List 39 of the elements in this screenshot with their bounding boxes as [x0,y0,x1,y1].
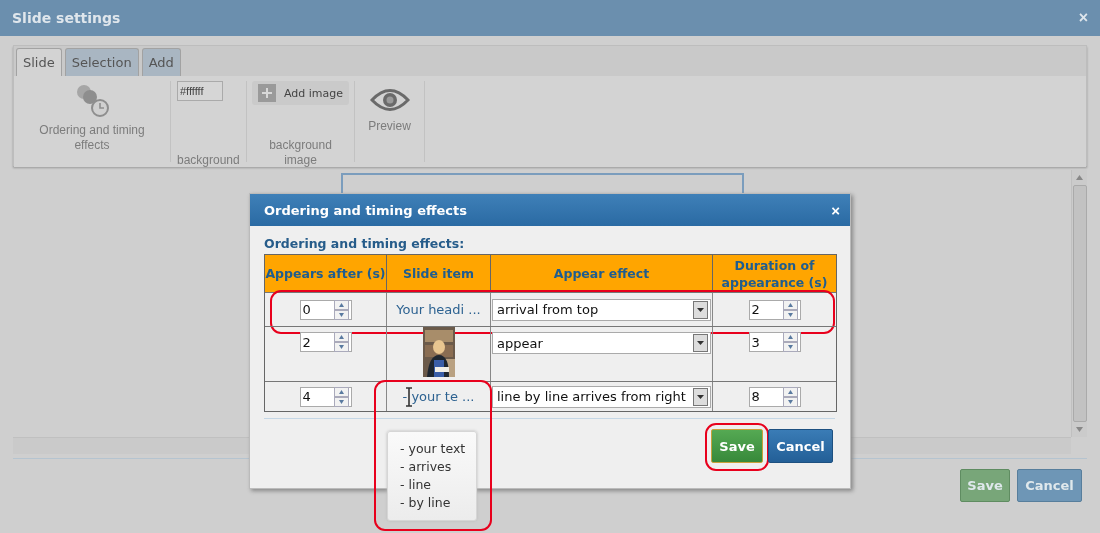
color-field[interactable]: #ffffff [177,81,223,101]
plus-icon [257,84,276,102]
number-field[interactable]: 2 [299,332,352,352]
caret-icon[interactable] [693,334,708,352]
tab[interactable]: Add [141,48,181,76]
number-field[interactable]: 8 [748,386,801,407]
slide-item-link[interactable]: Your headi ... [396,302,481,317]
background-label: background [177,153,240,168]
cancel-button[interactable]: Cancel [768,429,833,463]
column-header: Duration of appearance (s) [712,255,836,292]
dialog-title: Ordering and timing effects [264,202,467,218]
effect-dropdown[interactable]: appear [492,332,711,354]
number-field[interactable]: 2 [748,299,801,320]
tooltip-line: - by line [400,494,452,512]
number-field[interactable]: 3 [748,332,801,352]
tab[interactable]: Slide [16,48,62,76]
column-header: Appears after (s) [265,265,386,283]
caret-icon[interactable] [693,387,708,406]
effect-dropdown[interactable]: arrival from top [492,298,711,321]
background-image-label: background image [268,138,333,168]
section-heading: Ordering and timing effects: [264,236,466,251]
eye-icon[interactable] [369,87,410,113]
column-header: Slide item [386,255,490,292]
ordering-label: Ordering and timing effects [38,123,146,153]
number-field[interactable]: 0 [299,299,352,320]
window-title: Slide settings [12,10,121,26]
save-button[interactable]: Save [711,429,763,463]
tooltip-line: - your text [400,440,467,458]
slide-item-link[interactable]: - your te ... [402,389,475,404]
tooltip-line: - line [400,476,433,494]
effect-dropdown[interactable]: line by line arrives from right [492,385,711,408]
column-header: Appear effect [490,255,712,292]
tooltip-line: - arrives [400,458,453,476]
caret-icon[interactable] [693,300,708,319]
preview-label: Preview [368,119,411,134]
close-button[interactable]: × [831,201,840,219]
add-image-button[interactable]: Add image [251,81,350,105]
number-field[interactable]: 4 [299,386,352,407]
tab[interactable]: Selection [64,48,139,76]
